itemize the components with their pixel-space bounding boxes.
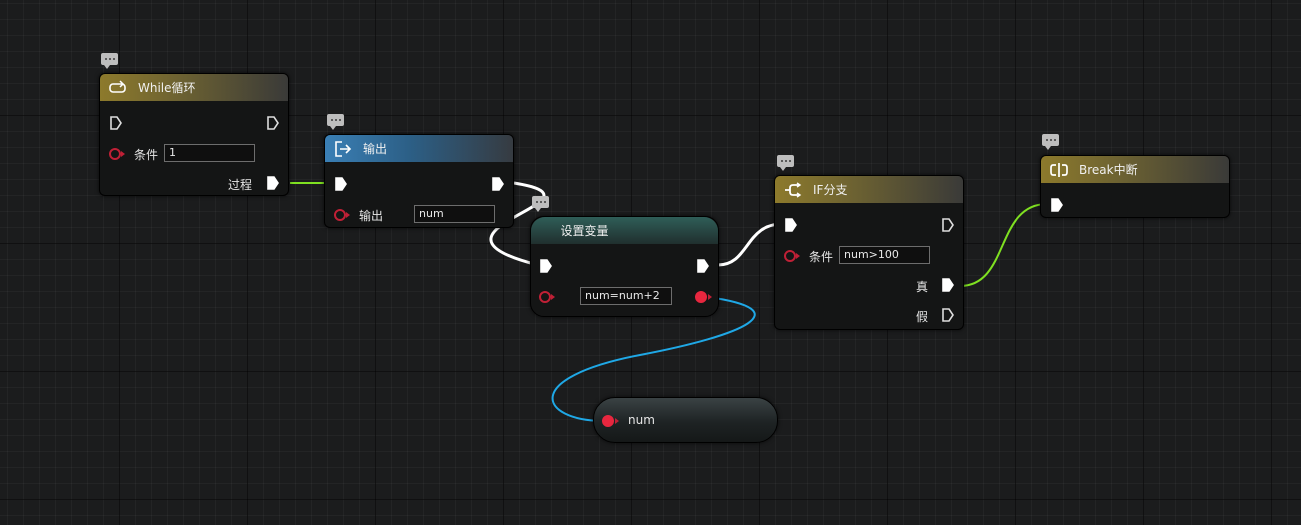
while-condition-input[interactable]: 1 xyxy=(164,144,255,162)
output-param-input[interactable]: num xyxy=(414,205,495,223)
setvar-input-pin[interactable] xyxy=(539,291,551,303)
comment-bubble-icon[interactable] xyxy=(532,196,549,212)
variable-node[interactable]: num xyxy=(593,397,778,443)
break-title: Break中断 xyxy=(1079,163,1138,177)
if-true-label: 真 xyxy=(916,280,929,294)
while-condition-pin[interactable] xyxy=(109,148,121,160)
setvar-exec-out-pin[interactable] xyxy=(696,258,710,274)
while-exec-in-pin[interactable] xyxy=(109,115,123,131)
variable-name: num xyxy=(628,413,655,427)
pin-arrow xyxy=(615,418,619,424)
set-variable-title: 设置变量 xyxy=(560,224,609,238)
comment-bubble-icon[interactable] xyxy=(777,155,794,171)
wire-if-true-to-break[interactable] xyxy=(959,202,1049,287)
branch-icon xyxy=(783,181,803,198)
pin-arrow xyxy=(708,294,712,300)
comment-bubble-icon[interactable] xyxy=(1042,134,1059,150)
if-exec-out-pin[interactable] xyxy=(941,217,955,233)
while-condition-label: 条件 xyxy=(134,148,159,162)
while-exec-out-pin[interactable] xyxy=(266,115,280,131)
while-loop-node[interactable]: While循环 条件 1 过程 xyxy=(99,73,289,196)
if-exec-in-pin[interactable] xyxy=(784,217,798,233)
while-process-label: 过程 xyxy=(228,178,253,192)
comment-bubble-icon[interactable] xyxy=(327,114,344,130)
while-process-pin[interactable] xyxy=(266,175,280,191)
pin-arrow xyxy=(551,294,555,300)
pin-arrow xyxy=(121,151,125,157)
pin-arrow xyxy=(346,212,350,218)
if-condition-label: 条件 xyxy=(809,250,834,264)
break-header[interactable]: Break中断 xyxy=(1041,156,1229,183)
set-variable-header[interactable]: 设置变量 xyxy=(531,217,718,244)
if-condition-input[interactable]: num>100 xyxy=(839,246,930,264)
blueprint-canvas[interactable]: While循环 条件 1 过程 输出 输出 num 设置变量 num=num+2… xyxy=(0,0,1301,525)
if-false-pin[interactable] xyxy=(941,307,955,323)
setvar-exec-in-pin[interactable] xyxy=(539,258,553,274)
while-loop-title: While循环 xyxy=(138,81,196,95)
if-false-label: 假 xyxy=(916,310,929,324)
output-param-label: 输出 xyxy=(359,209,384,223)
comment-bubble-icon[interactable] xyxy=(101,53,118,69)
output-title: 输出 xyxy=(363,142,388,156)
loop-icon xyxy=(108,79,128,96)
output-param-pin[interactable] xyxy=(334,209,346,221)
setvar-output-pin[interactable] xyxy=(695,291,707,303)
exit-icon xyxy=(333,140,353,157)
variable-input-pin[interactable] xyxy=(602,415,614,427)
output-node[interactable]: 输出 输出 num xyxy=(324,134,514,228)
output-exec-in-pin[interactable] xyxy=(334,176,348,192)
output-exec-out-pin[interactable] xyxy=(491,176,505,192)
pin-arrow xyxy=(796,253,800,259)
break-node[interactable]: Break中断 xyxy=(1040,155,1230,218)
set-variable-node[interactable]: 设置变量 num=num+2 xyxy=(530,216,719,317)
break-exec-in-pin[interactable] xyxy=(1050,197,1064,213)
output-header[interactable]: 输出 xyxy=(325,135,513,162)
if-condition-pin[interactable] xyxy=(784,250,796,262)
while-loop-header[interactable]: While循环 xyxy=(100,74,288,101)
if-true-pin[interactable] xyxy=(941,277,955,293)
if-branch-node[interactable]: IF分支 条件 num>100 真 假 xyxy=(774,175,964,330)
break-icon xyxy=(1049,162,1069,178)
setvar-expression-input[interactable]: num=num+2 xyxy=(580,287,672,305)
if-branch-title: IF分支 xyxy=(813,183,848,197)
if-branch-header[interactable]: IF分支 xyxy=(775,176,963,203)
